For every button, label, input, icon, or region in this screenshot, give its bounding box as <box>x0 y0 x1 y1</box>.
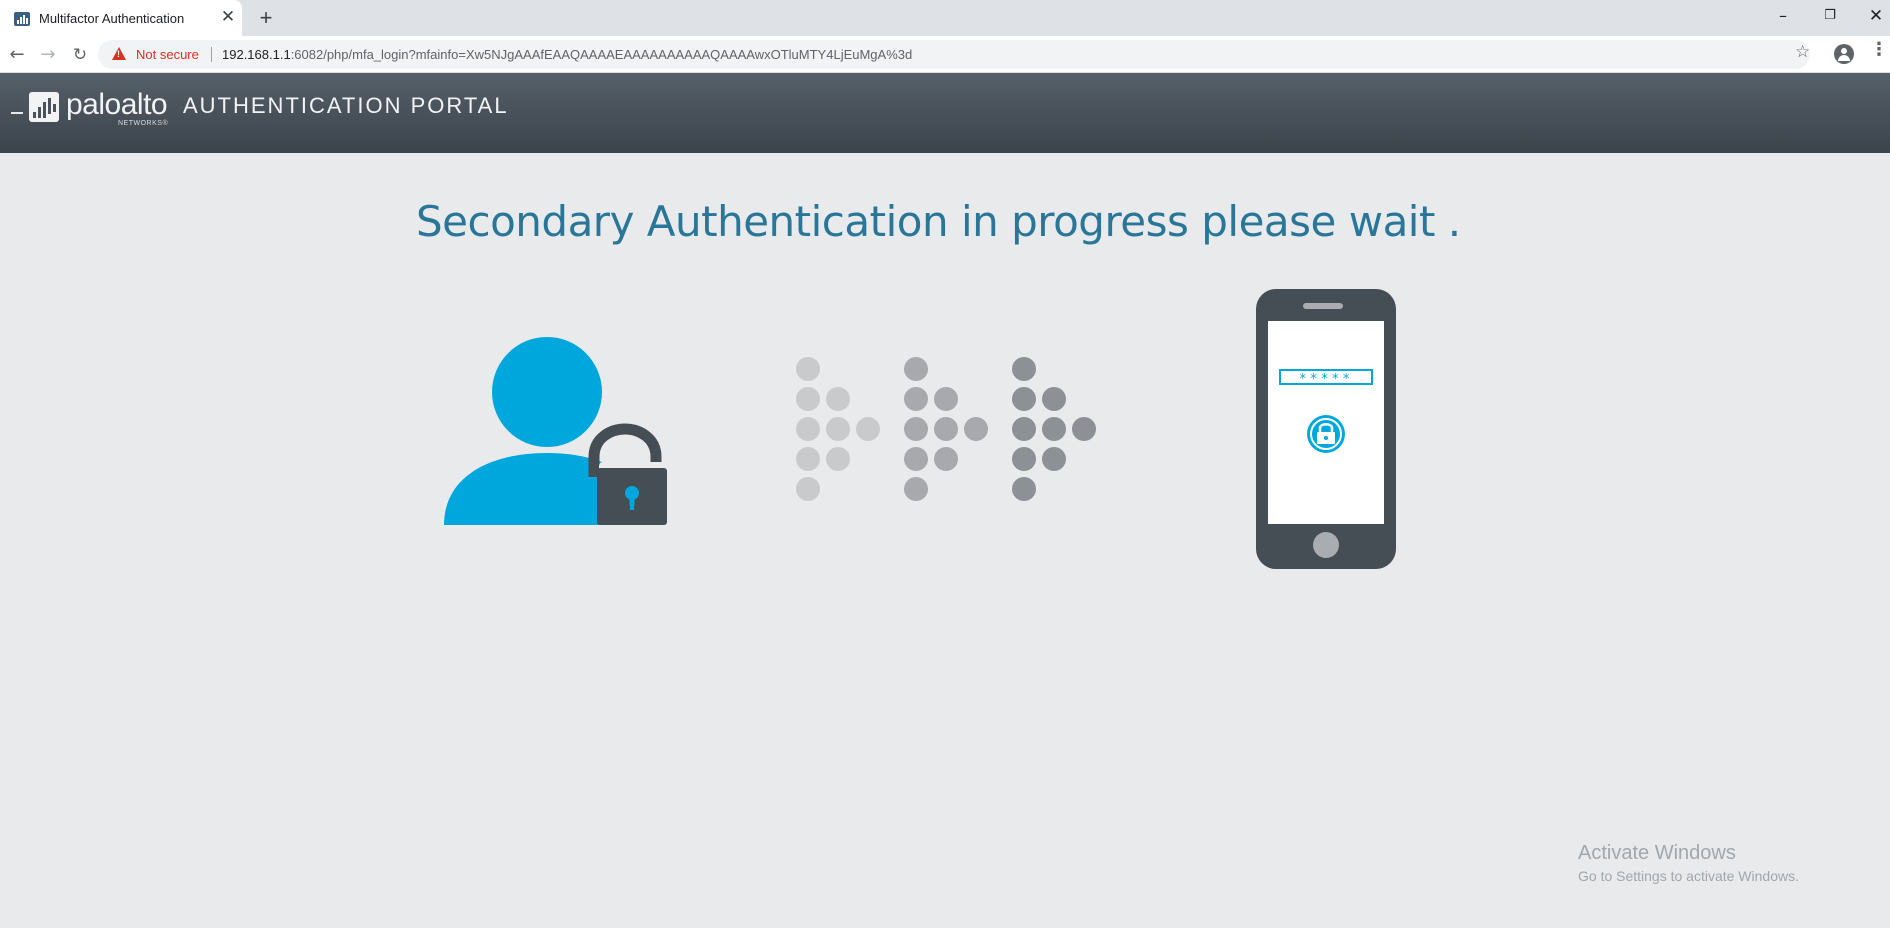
auth-progress-message: Secondary Authentication in progress ple… <box>416 197 1461 246</box>
logo-wordmark: paloalto <box>66 88 168 121</box>
minimize-button[interactable]: – <box>1768 4 1798 28</box>
address-bar[interactable]: Not secure 192.168.1.1:6082/php/mfa_logi… <box>98 40 1810 69</box>
browser-tab-strip: Multifactor Authentication ✕ + – ❐ ✕ <box>0 0 1890 36</box>
browser-tab[interactable]: Multifactor Authentication ✕ <box>0 0 242 36</box>
activate-windows-subtitle: Go to Settings to activate Windows. <box>1578 868 1799 884</box>
user-icon <box>444 337 671 525</box>
portal-header: paloalto NETWORKS® AUTHENTICATION PORTAL <box>0 73 1890 153</box>
close-window-button[interactable]: ✕ <box>1861 4 1890 28</box>
browser-toolbar: ← → ↻ Not secure 192.168.1.1:6082/php/mf… <box>0 36 1890 73</box>
url-path: :6082/php/mfa_login?mfainfo=Xw5NJgAAAfEA… <box>290 47 913 62</box>
portal-title: AUTHENTICATION PORTAL <box>183 93 509 118</box>
paloalto-logo-icon <box>29 92 59 122</box>
forward-arrow-icon[interactable]: → <box>36 43 60 67</box>
logo-subtext: NETWORKS® <box>118 120 169 127</box>
star-icon[interactable]: ☆ <box>1795 42 1810 62</box>
back-arrow-icon[interactable]: ← <box>5 43 29 67</box>
tab-title: Multifactor Authentication <box>39 11 185 26</box>
url-host: 192.168.1.1 <box>222 47 291 62</box>
restore-button[interactable]: ❐ <box>1815 4 1845 28</box>
progress-dots-illustration <box>793 357 1103 512</box>
security-status[interactable]: Not secure <box>136 47 199 62</box>
tab-close-icon[interactable]: ✕ <box>219 8 237 26</box>
activate-windows-title: Activate Windows <box>1578 842 1736 864</box>
paloalto-favicon-icon <box>14 12 30 26</box>
address-divider <box>211 47 212 62</box>
reload-icon[interactable]: ↻ <box>68 43 92 67</box>
dot-arrow-dark <box>1012 357 1096 501</box>
padlock-icon <box>588 423 671 525</box>
url-text[interactable]: 192.168.1.1:6082/php/mfa_login?mfainfo=X… <box>222 47 912 62</box>
new-tab-button[interactable]: + <box>254 5 278 31</box>
phone-icon: ***** <box>1256 289 1396 569</box>
masked-password-text: ***** <box>1299 372 1353 387</box>
user-lock-illustration <box>444 337 674 532</box>
header-dash <box>11 112 23 114</box>
menu-icon[interactable]: ⋮ <box>1870 41 1888 59</box>
warning-icon[interactable] <box>112 47 126 60</box>
profile-icon[interactable] <box>1834 44 1854 64</box>
arrow-dots-icon <box>796 357 1096 501</box>
dot-arrow-medium <box>904 357 988 501</box>
mobile-phone-illustration: ***** <box>1256 289 1396 574</box>
dot-arrow-light <box>796 357 880 501</box>
